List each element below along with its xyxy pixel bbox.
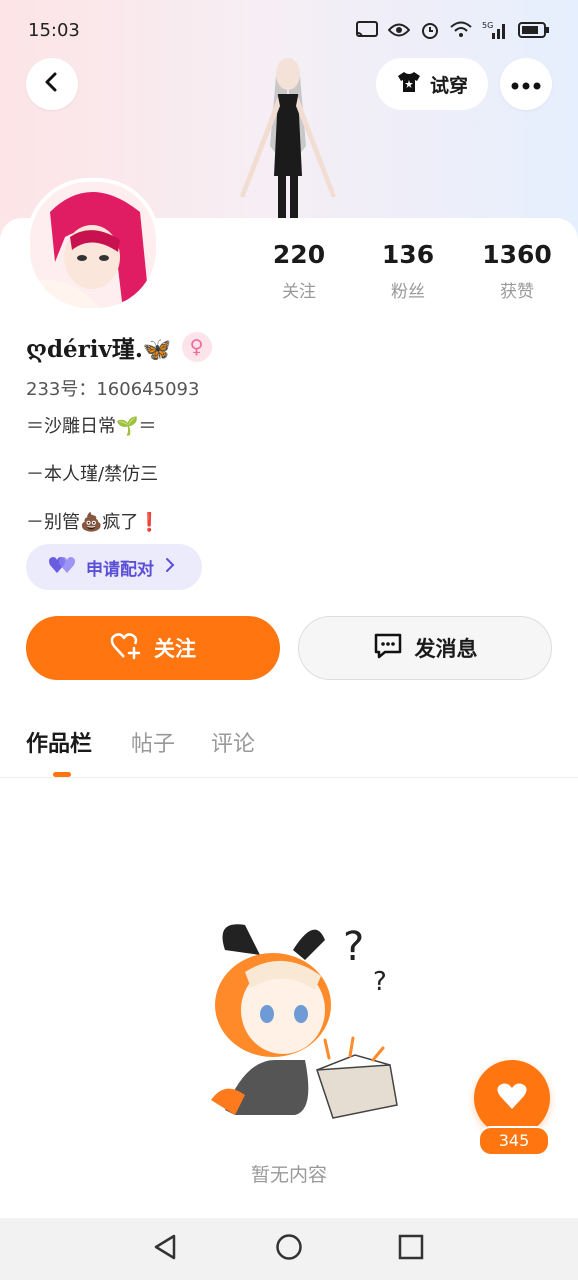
request-match-label: 申请配对 bbox=[86, 559, 154, 580]
square-recents-icon bbox=[398, 1234, 424, 1264]
signal-5g-icon: 5G bbox=[482, 20, 508, 44]
stat-followers[interactable]: 136 粉丝 bbox=[363, 240, 453, 302]
follow-button[interactable]: 关注 bbox=[26, 616, 280, 680]
message-button[interactable]: 发消息 bbox=[298, 616, 552, 680]
like-button[interactable] bbox=[474, 1060, 550, 1136]
svg-text:5G: 5G bbox=[482, 21, 493, 30]
try-on-button[interactable]: 试穿 bbox=[376, 58, 488, 110]
user-id: 233号：160645093 bbox=[26, 379, 200, 400]
tshirt-icon bbox=[396, 70, 422, 99]
stat-likes[interactable]: 1360 获赞 bbox=[472, 240, 562, 302]
nav-back-button[interactable] bbox=[148, 1232, 182, 1266]
cast-icon bbox=[356, 21, 378, 43]
triangle-back-icon bbox=[152, 1233, 178, 1265]
name-row: ღdériv瑾.🦋 ♀ bbox=[26, 330, 212, 364]
stat-following[interactable]: 220 关注 bbox=[254, 240, 344, 302]
empty-state-illustration: ? ? bbox=[205, 910, 415, 1130]
username: ღdériv瑾.🦋 bbox=[26, 336, 172, 363]
more-icon bbox=[511, 75, 541, 94]
request-match-button[interactable]: 申请配对 bbox=[26, 544, 202, 590]
divider bbox=[0, 777, 578, 778]
circle-home-icon bbox=[275, 1233, 303, 1265]
svg-text:?: ? bbox=[343, 924, 364, 970]
double-heart-icon bbox=[48, 555, 76, 580]
heart-plus-icon bbox=[110, 632, 142, 665]
wifi-icon bbox=[450, 21, 472, 43]
back-button[interactable] bbox=[26, 58, 78, 110]
nav-home-button[interactable] bbox=[272, 1232, 306, 1266]
follow-label: 关注 bbox=[154, 637, 196, 661]
more-button[interactable] bbox=[500, 58, 552, 110]
chevron-right-icon bbox=[164, 557, 176, 578]
tab-comments[interactable]: 评论 bbox=[211, 726, 255, 758]
eye-icon bbox=[387, 22, 411, 42]
tab-posts[interactable]: 帖子 bbox=[131, 726, 175, 758]
tab-works[interactable]: 作品栏 bbox=[26, 726, 92, 758]
stat-likes-label: 获赞 bbox=[500, 282, 534, 302]
nav-recents-button[interactable] bbox=[394, 1232, 428, 1266]
back-icon bbox=[42, 71, 62, 97]
svg-text:?: ? bbox=[373, 967, 387, 997]
heart-icon bbox=[496, 1082, 528, 1114]
bio-line: ＝沙雕日常🌱＝ bbox=[26, 416, 157, 437]
stat-likes-value: 1360 bbox=[482, 240, 552, 269]
chat-bubble-icon bbox=[373, 632, 403, 665]
alarm-icon bbox=[420, 20, 440, 44]
status-time: 15:03 bbox=[28, 20, 80, 41]
message-label: 发消息 bbox=[414, 637, 478, 661]
empty-state-text: 暂无内容 bbox=[250, 1164, 327, 1186]
stat-followers-label: 粉丝 bbox=[391, 282, 425, 302]
stat-followers-value: 136 bbox=[381, 240, 435, 269]
system-nav-bar bbox=[0, 1218, 578, 1280]
avatar-3d-model bbox=[228, 46, 348, 221]
like-count: 345 bbox=[478, 1126, 550, 1156]
bio-line: －本人瑾/禁仿三 bbox=[26, 464, 159, 485]
bio-line: －别管💩疯了❗ bbox=[26, 512, 161, 533]
avatar[interactable] bbox=[26, 178, 160, 312]
battery-icon bbox=[518, 21, 550, 43]
stat-following-label: 关注 bbox=[282, 282, 316, 302]
try-on-label: 试穿 bbox=[429, 74, 468, 97]
stat-following-value: 220 bbox=[272, 240, 326, 269]
female-gender-icon: ♀ bbox=[181, 332, 212, 362]
